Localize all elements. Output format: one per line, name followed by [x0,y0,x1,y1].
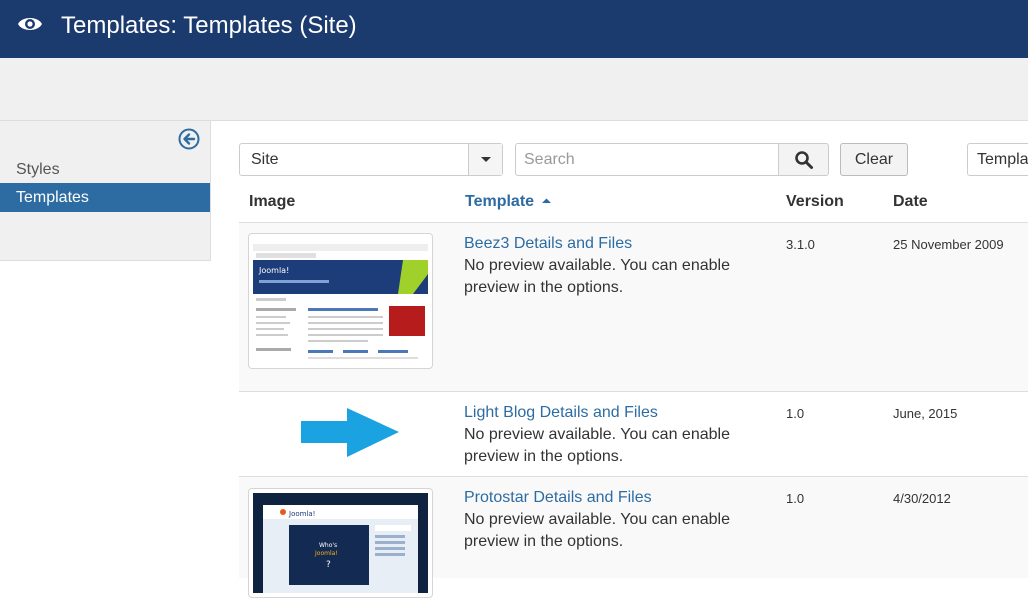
template-name-link[interactable]: Light Blog Details and Files [464,404,658,422]
svg-text:Joomla!: Joomla! [288,510,316,518]
search-input[interactable] [515,143,779,176]
template-description: No preview available. You can enable pre… [464,424,764,468]
search-icon [795,151,813,169]
template-date: 4/30/2012 [893,491,951,506]
template-version: 3.1.0 [786,237,815,252]
template-description-line: No preview available. You can enable [464,511,730,528]
template-description-line: No preview available. You can enable [464,426,730,443]
column-header-version: Version [786,193,844,210]
table-row: Light Blog Details and Files No preview … [239,392,1028,477]
eye-icon [18,18,42,30]
table-row: Joomla! Who's Joomla! ? Protostar Detail… [239,477,1028,598]
template-name-link[interactable]: Protostar Details and Files [464,489,652,507]
svg-text:Joomla!: Joomla! [258,266,289,275]
toolbar [0,58,1028,121]
sidebar-item-templates[interactable]: Templates [0,183,210,212]
beez3-preview-image: Joomla! [253,238,428,364]
sidebar: Styles Templates [0,121,211,261]
template-thumbnail-beez3[interactable]: Joomla! [248,233,433,369]
svg-text:Who's: Who's [319,542,337,549]
template-version: 1.0 [786,491,805,506]
client-select-value: Site [251,151,279,168]
column-header-image: Image [249,193,296,210]
column-header-template[interactable]: Template [465,193,551,211]
sort-select-value: Templa [977,151,1028,168]
template-description: No preview available. You can enable pre… [464,255,764,299]
clear-button[interactable]: Clear [840,143,908,176]
template-description-line: preview in the options. [464,279,624,296]
template-date: June, 2015 [893,406,958,421]
template-description-line: preview in the options. [464,448,624,465]
column-header-date: Date [893,193,928,210]
column-header-template-label: Template [465,193,535,210]
table-row: Joomla! Beez3 Details and Files No previ… [239,223,1028,392]
page-title: Templates: Templates (Site) [61,12,357,39]
template-version: 1.0 [786,406,805,421]
chevron-down-icon [481,157,491,162]
template-date: 25 November 2009 [893,237,1004,252]
svg-text:Joomla!: Joomla! [314,550,338,557]
template-description: No preview available. You can enable pre… [464,509,764,553]
sort-select[interactable]: Templa [967,143,1028,176]
svg-text:?: ? [326,560,331,570]
sort-ascending-icon [541,198,551,203]
sidebar-item-styles[interactable]: Styles [0,155,210,184]
client-select-toggle[interactable] [468,144,502,175]
protostar-preview-image: Joomla! Who's Joomla! ? [253,493,428,593]
template-description-line: No preview available. You can enable [464,257,730,274]
collapse-sidebar-icon[interactable] [178,128,200,150]
client-select[interactable]: Site [239,143,503,176]
template-thumbnail-protostar[interactable]: Joomla! Who's Joomla! ? [248,488,433,598]
template-description-line: preview in the options. [464,533,624,550]
page-header: Templates: Templates (Site) [0,0,1028,58]
template-name-link[interactable]: Beez3 Details and Files [464,235,632,253]
arrow-right-icon [301,408,399,457]
search-button[interactable] [778,143,829,176]
